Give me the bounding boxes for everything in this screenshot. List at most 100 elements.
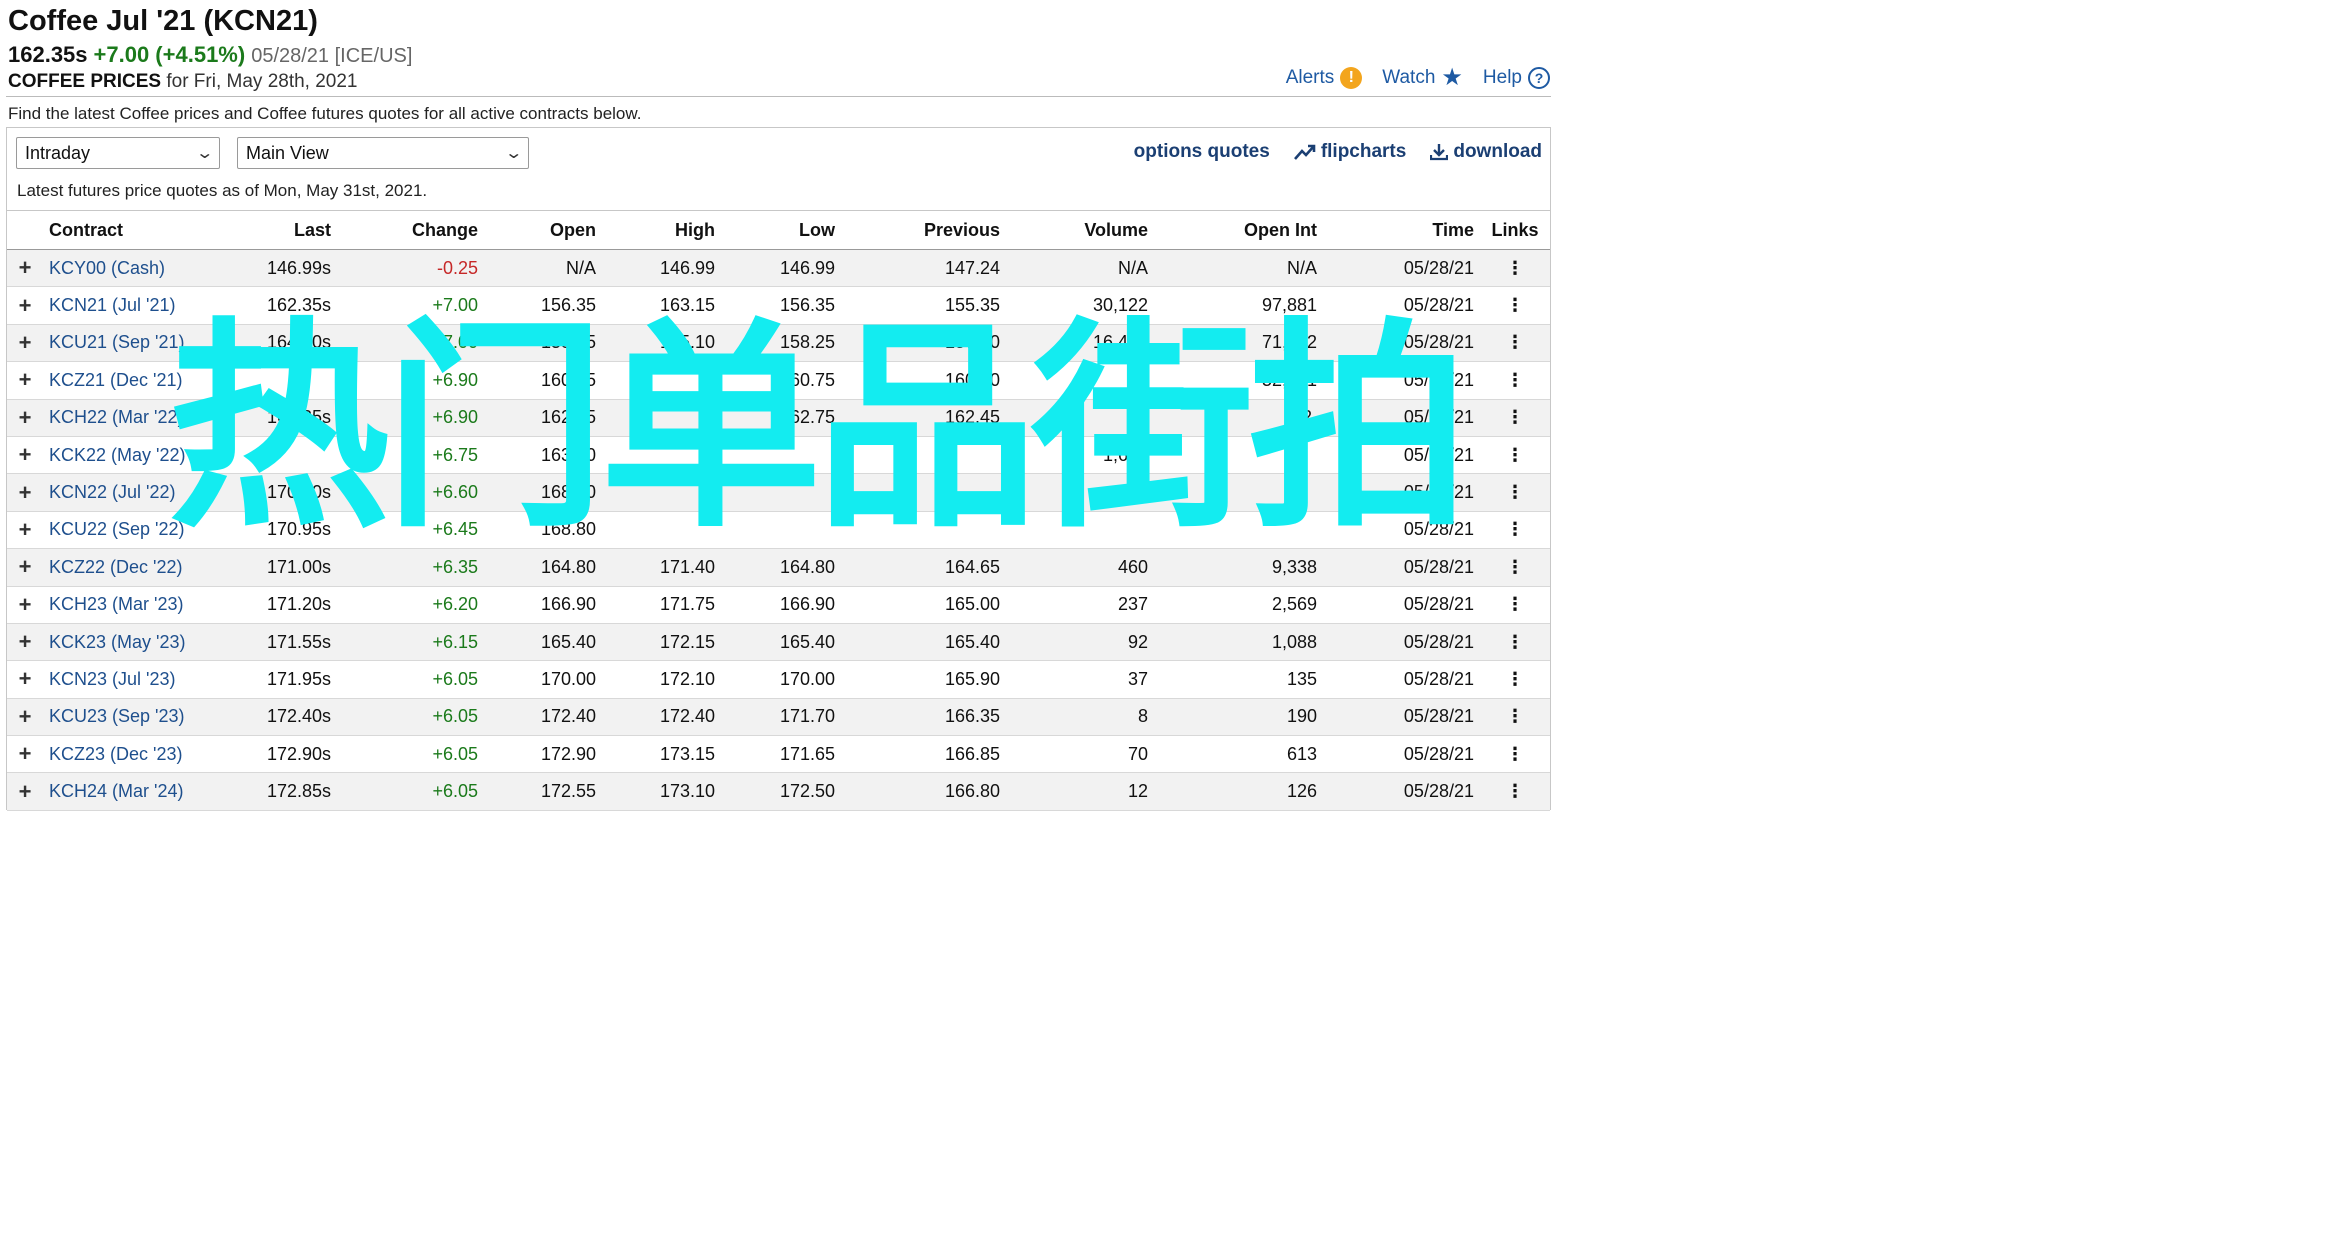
help-icon: ?: [1528, 67, 1550, 89]
table-row: + KCH24 (Mar '24) 172.85s +6.05 172.55 173.10…: [7, 772, 1550, 811]
header-low[interactable]: Low: [721, 210, 841, 250]
cell-open-int: 2,569: [1154, 586, 1323, 624]
more-options-icon[interactable]: ⋮: [1480, 772, 1550, 811]
expand-icon[interactable]: +: [7, 436, 43, 475]
cell-low: 165.40: [721, 623, 841, 662]
cell-contract[interactable]: KCY00 (Cash): [43, 249, 247, 288]
cell-open-int: 97,881: [1154, 286, 1323, 325]
cell-contract[interactable]: KCH22 (Mar '22): [43, 399, 247, 437]
cell-contract[interactable]: KCU23 (Sep '23): [43, 698, 247, 737]
expand-icon[interactable]: +: [7, 286, 43, 325]
cell-low: 162.75: [721, 399, 841, 437]
cell-previous: 162.45: [841, 399, 1006, 437]
expand-icon[interactable]: +: [7, 623, 43, 662]
cell-open: 168.80: [484, 511, 602, 550]
flipcharts-link[interactable]: flipcharts: [1293, 141, 1406, 163]
view-select[interactable]: Main View ⌄: [237, 137, 529, 169]
more-options-icon[interactable]: ⋮: [1480, 735, 1550, 774]
cell-change: +6.05: [337, 735, 484, 774]
expand-icon[interactable]: +: [7, 698, 43, 737]
cell-contract[interactable]: KCZ23 (Dec '23): [43, 735, 247, 774]
cell-change: +6.45: [337, 511, 484, 550]
cell-contract[interactable]: KCN21 (Jul '21): [43, 286, 247, 325]
watch-link[interactable]: Watch ★: [1382, 66, 1463, 90]
expand-icon[interactable]: +: [7, 511, 43, 550]
cell-contract[interactable]: KCN22 (Jul '22): [43, 473, 247, 512]
cell-last: 171.00s: [247, 548, 337, 587]
expand-icon[interactable]: +: [7, 399, 43, 437]
cell-low: 156.35: [721, 286, 841, 325]
subtitle-bold: COFFEE PRICES: [8, 71, 162, 92]
page-title: Coffee Jul '21 (KCN21): [8, 5, 318, 37]
alerts-link[interactable]: Alerts !: [1286, 66, 1363, 90]
help-link[interactable]: Help ?: [1483, 66, 1550, 90]
header-contract[interactable]: Contract: [43, 210, 247, 250]
header-previous[interactable]: Previous: [841, 210, 1006, 250]
more-options-icon[interactable]: ⋮: [1480, 623, 1550, 662]
header-high[interactable]: High: [602, 210, 721, 250]
header-last[interactable]: Last: [247, 210, 337, 250]
cell-high: 171.75: [602, 586, 721, 624]
cell-open: 165.40: [484, 623, 602, 662]
more-options-icon[interactable]: ⋮: [1480, 361, 1550, 400]
expand-icon[interactable]: +: [7, 249, 43, 288]
cell-change: +7.00: [337, 324, 484, 363]
expand-icon[interactable]: +: [7, 324, 43, 363]
cell-high: 172.15: [602, 623, 721, 662]
expand-icon[interactable]: +: [7, 660, 43, 699]
cell-time: 05/28/21: [1323, 361, 1480, 400]
more-options-icon[interactable]: ⋮: [1480, 548, 1550, 587]
chevron-down-icon: ⌄: [503, 145, 523, 162]
cell-open: 158.25: [484, 324, 602, 363]
expand-icon[interactable]: +: [7, 772, 43, 811]
header-open-int[interactable]: Open Int: [1154, 210, 1323, 250]
cell-contract[interactable]: KCK22 (May '22): [43, 436, 247, 475]
more-options-icon[interactable]: ⋮: [1480, 473, 1550, 512]
header-open[interactable]: Open: [484, 210, 602, 250]
expand-icon[interactable]: +: [7, 735, 43, 774]
download-link[interactable]: download: [1430, 141, 1542, 163]
cell-volume: 92: [1006, 623, 1154, 662]
cell-contract[interactable]: KCH23 (Mar '23): [43, 586, 247, 624]
cell-contract[interactable]: KCZ21 (Dec '21): [43, 361, 247, 400]
more-options-icon[interactable]: ⋮: [1480, 324, 1550, 363]
subtitle-date: for Fri, May 28th, 2021: [166, 71, 358, 92]
cell-low: 170.00: [721, 660, 841, 699]
cell-contract[interactable]: KCK23 (May '23): [43, 623, 247, 662]
table-row: + KCZ21 (Dec '21) +6.90 160.75 160.75 160.10 5…: [7, 361, 1550, 400]
cell-open: 160.75: [484, 361, 602, 400]
more-options-icon[interactable]: ⋮: [1480, 586, 1550, 624]
help-label: Help: [1482, 67, 1522, 88]
header-change[interactable]: Change: [337, 210, 484, 250]
cell-open: N/A: [484, 249, 602, 288]
table-row: + KCK22 (May '22) +6.75 163.50 1,622 05/28/21…: [7, 436, 1550, 475]
cell-high: 165.10: [602, 324, 721, 363]
cell-contract[interactable]: KCH24 (Mar '24): [43, 772, 247, 811]
more-options-icon[interactable]: ⋮: [1480, 436, 1550, 475]
more-options-icon[interactable]: ⋮: [1480, 698, 1550, 737]
chevron-down-icon: ⌄: [194, 145, 214, 162]
expand-icon[interactable]: +: [7, 586, 43, 624]
header-volume[interactable]: Volume: [1006, 210, 1154, 250]
cell-volume: 8: [1006, 698, 1154, 737]
more-options-icon[interactable]: ⋮: [1480, 660, 1550, 699]
cell-last: 171.20s: [247, 586, 337, 624]
cell-high: [602, 399, 721, 437]
table-row: + KCK23 (May '23) 171.55s +6.15 165.40 172.15…: [7, 623, 1550, 662]
cell-contract[interactable]: KCZ22 (Dec '22): [43, 548, 247, 587]
cell-contract[interactable]: KCN23 (Jul '23): [43, 660, 247, 699]
expand-icon[interactable]: +: [7, 473, 43, 512]
period-select[interactable]: Intraday ⌄: [16, 137, 220, 169]
expand-icon[interactable]: +: [7, 361, 43, 400]
more-options-icon[interactable]: ⋮: [1480, 249, 1550, 288]
expand-icon[interactable]: +: [7, 548, 43, 587]
cell-contract[interactable]: KCU22 (Sep '22): [43, 511, 247, 550]
cell-contract[interactable]: KCU21 (Sep '21): [43, 324, 247, 363]
more-options-icon[interactable]: ⋮: [1480, 286, 1550, 325]
more-options-icon[interactable]: ⋮: [1480, 399, 1550, 437]
table-row: + KCH23 (Mar '23) 171.20s +6.20 166.90 171.75…: [7, 586, 1550, 624]
more-options-icon[interactable]: ⋮: [1480, 511, 1550, 550]
header-time[interactable]: Time: [1323, 210, 1480, 250]
table-row: + KCH22 (Mar '22) 169.35s +6.90 162.75 162.75…: [7, 399, 1550, 437]
options-quotes-link[interactable]: options quotes: [1134, 141, 1270, 163]
